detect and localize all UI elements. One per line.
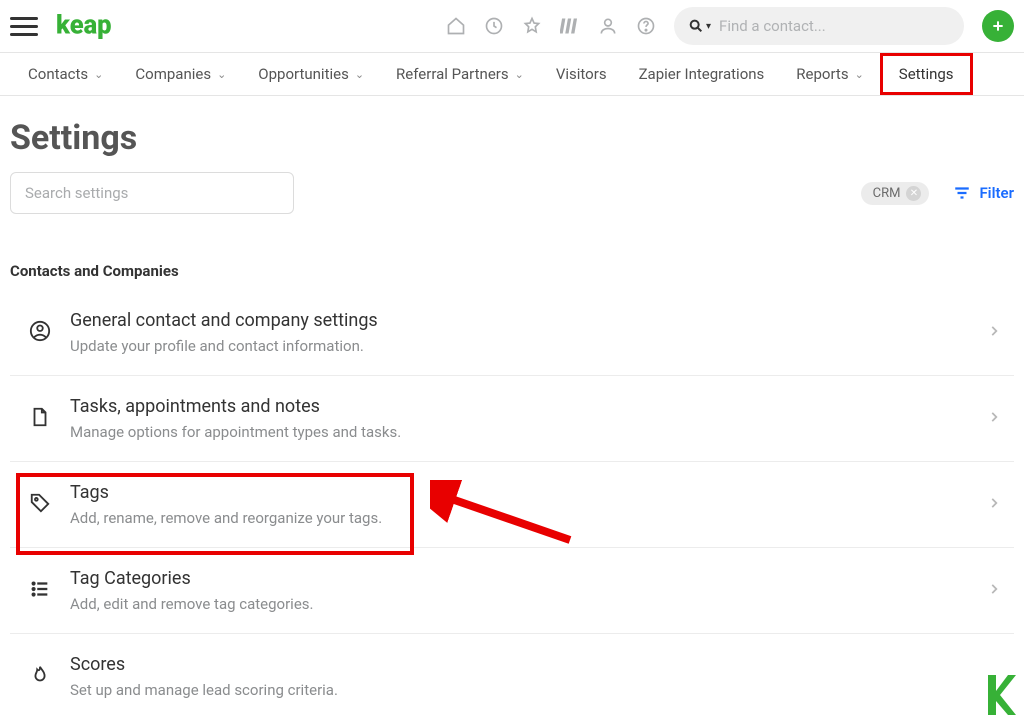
nav-contacts[interactable]: Contacts⌄ [12, 53, 119, 95]
nav-companies[interactable]: Companies⌄ [119, 53, 242, 95]
row-tag-categories[interactable]: Tag Categories Add, edit and remove tag c… [10, 548, 1014, 634]
nav-visitors[interactable]: Visitors [540, 53, 623, 95]
document-icon [29, 406, 51, 432]
filter-button[interactable]: Filter [953, 184, 1014, 202]
keap-corner-logo [982, 675, 1016, 715]
search-icon: ▾ [688, 18, 711, 34]
nav-opportunities[interactable]: Opportunities⌄ [242, 53, 380, 95]
chevron-down-icon: ⌄ [94, 68, 103, 81]
row-tasks[interactable]: Tasks, appointments and notes Manage opti… [10, 376, 1014, 462]
apps-icon[interactable] [560, 16, 580, 36]
svg-text:keap: keap [56, 11, 112, 41]
settings-list: General contact and company settings Upda… [0, 290, 1024, 719]
row-title: Tasks, appointments and notes [70, 396, 974, 417]
top-bar: keap ▾ [0, 0, 1024, 52]
contact-search[interactable]: ▾ [674, 7, 964, 45]
row-scores[interactable]: Scores Set up and manage lead scoring cri… [10, 634, 1014, 719]
list-icon [29, 578, 51, 604]
help-icon[interactable] [636, 16, 656, 36]
add-button[interactable] [982, 10, 1014, 42]
row-title: General contact and company settings [70, 310, 974, 331]
chevron-down-icon: ⌄ [217, 68, 226, 81]
row-general-settings[interactable]: General contact and company settings Upda… [10, 290, 1014, 376]
row-desc: Add, edit and remove tag categories. [70, 595, 974, 613]
row-desc: Update your profile and contact informat… [70, 337, 974, 355]
home-icon[interactable] [446, 16, 466, 36]
nav-bar: Contacts⌄ Companies⌄ Opportunities⌄ Refe… [0, 52, 1024, 96]
brand-logo[interactable]: keap [56, 11, 139, 41]
filter-pill-crm[interactable]: CRM✕ [861, 182, 930, 205]
chevron-down-icon: ⌄ [855, 68, 864, 81]
row-desc: Manage options for appointment types and… [70, 423, 974, 441]
user-icon[interactable] [598, 16, 618, 36]
chevron-down-icon: ⌄ [515, 68, 524, 81]
settings-search-input[interactable] [10, 172, 294, 214]
top-icon-group [446, 16, 656, 36]
chevron-right-icon [987, 323, 1001, 342]
menu-icon[interactable] [10, 12, 38, 40]
tag-icon [29, 492, 51, 518]
nav-referral-partners[interactable]: Referral Partners⌄ [380, 53, 540, 95]
chevron-down-icon: ⌄ [355, 68, 364, 81]
clock-icon[interactable] [484, 16, 504, 36]
close-icon[interactable]: ✕ [906, 186, 921, 201]
contact-search-input[interactable] [719, 17, 950, 35]
row-title: Scores [70, 654, 974, 675]
person-circle-icon [29, 320, 51, 346]
controls-row: CRM✕ Filter [0, 172, 1024, 214]
chevron-right-icon [987, 409, 1001, 428]
nav-reports[interactable]: Reports⌄ [780, 53, 880, 95]
filter-icon [953, 184, 971, 202]
page-title: Settings [0, 96, 1024, 172]
row-title: Tag Categories [70, 568, 974, 589]
section-title: Contacts and Companies [0, 214, 1024, 290]
nav-settings[interactable]: Settings [880, 53, 973, 95]
row-tags[interactable]: Tags Add, rename, remove and reorganize y… [10, 462, 1014, 548]
star-icon[interactable] [522, 16, 542, 36]
row-desc: Set up and manage lead scoring criteria. [70, 681, 974, 699]
row-title: Tags [70, 482, 974, 503]
flame-icon [29, 664, 51, 690]
nav-zapier[interactable]: Zapier Integrations [623, 53, 781, 95]
row-desc: Add, rename, remove and reorganize your … [70, 509, 974, 527]
chevron-right-icon [987, 581, 1001, 600]
chevron-right-icon [987, 495, 1001, 514]
